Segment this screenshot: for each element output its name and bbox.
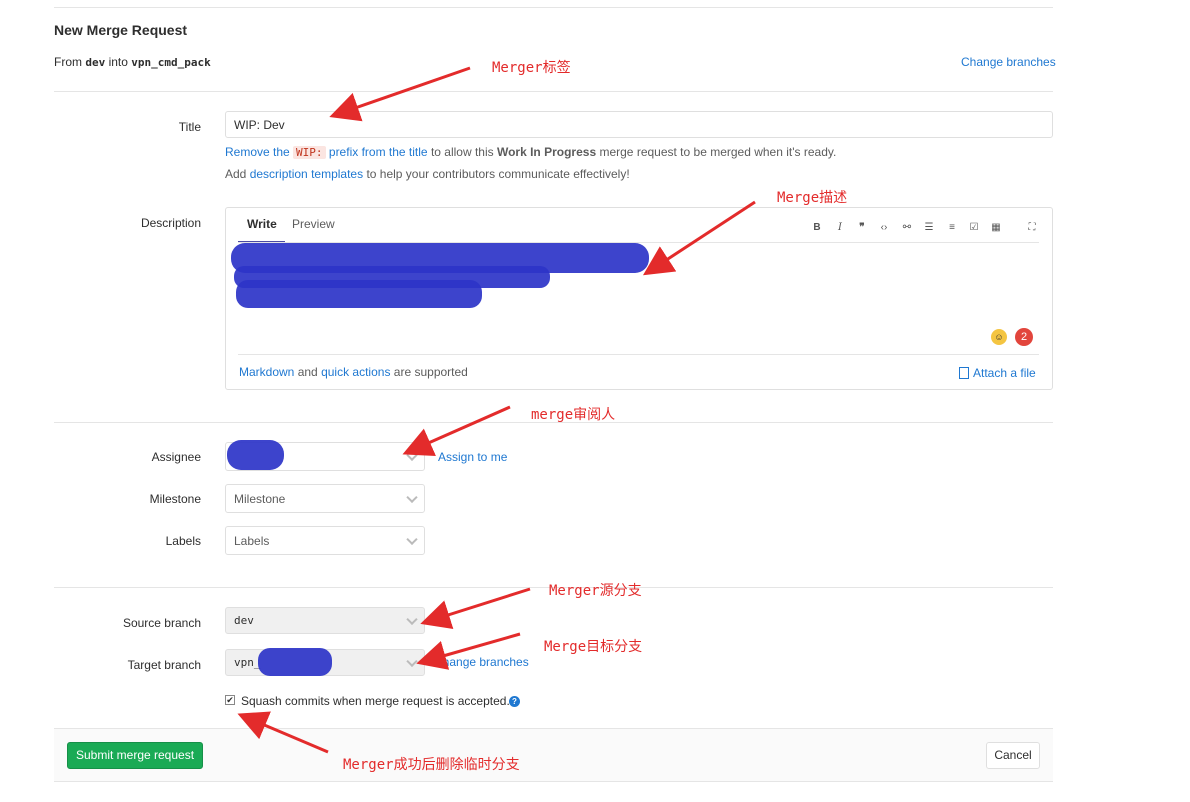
- title-arrow: [329, 66, 471, 122]
- squash-annotation: Merger成功后删除临时分支: [343, 757, 520, 773]
- assignee-arrow: [402, 405, 511, 457]
- annotation-arrows: [237, 66, 756, 754]
- source-arrow: [420, 587, 531, 630]
- target-arrow: [416, 632, 521, 670]
- description-arrow: [642, 200, 756, 276]
- assignee-annotation: merge审阅人: [531, 407, 616, 423]
- target-annotation: Merge目标分支: [544, 639, 643, 655]
- squash-arrow: [237, 711, 329, 754]
- title-annotation: Merger标签: [492, 60, 571, 76]
- description-annotation: Merge描述: [777, 190, 848, 206]
- source-annotation: Merger源分支: [549, 583, 642, 599]
